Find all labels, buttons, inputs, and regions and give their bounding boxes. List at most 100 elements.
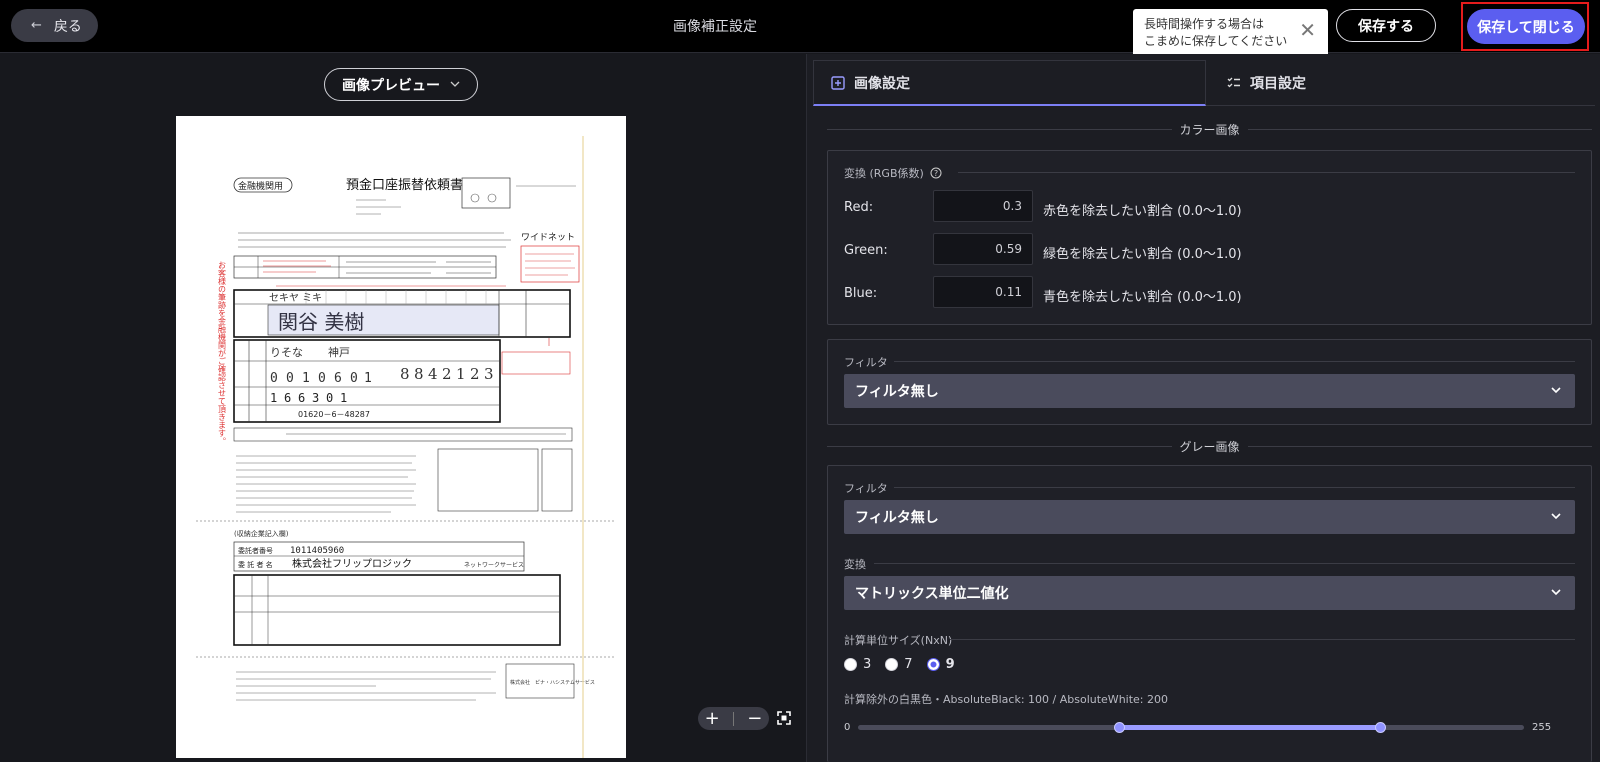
green-description: 緑色を除去したい割合 (0.0〜1.0) — [1043, 247, 1242, 262]
checklist-icon — [1227, 77, 1240, 87]
doc-company-label: 委 託 者 名 — [238, 560, 273, 569]
fullscreen-icon[interactable] — [775, 709, 793, 727]
doc-kana-handwriting: セキヤ ミキ — [269, 292, 322, 304]
doc-branch-digit: 0 — [350, 371, 358, 386]
doc-service-label: ネットワークサービス — [464, 561, 524, 569]
image-settings-icon — [831, 75, 845, 90]
color-filter-box: フィルタ フィルタ無し — [827, 339, 1592, 425]
doc-consignor-no-label: 委託者番号 — [238, 546, 273, 555]
color-filter-value: フィルタ無し — [855, 384, 939, 400]
settings-tabs: 画像設定 項目設定 — [813, 60, 1595, 106]
chevron-down-icon — [1551, 513, 1561, 520]
doc-consignor-header: (収納企業記入欄) — [234, 529, 289, 538]
unit-size-option-label: 3 — [863, 657, 872, 672]
doc-consignor-no: 1011405960 — [290, 546, 344, 556]
slider-max-label: 255 — [1532, 722, 1552, 733]
radio-button-selected[interactable] — [926, 658, 940, 671]
doc-account-digit: 8 — [400, 365, 410, 383]
unit-size-radio-7[interactable]: 7 — [885, 657, 913, 672]
gray-image-title: グレー画像 — [1179, 439, 1240, 454]
blue-description: 青色を除去したい割合 (0.0〜1.0) — [1043, 290, 1242, 305]
page-title: 画像補正設定 — [673, 19, 757, 35]
save-and-close-button[interactable]: 保存して閉じる — [1467, 9, 1585, 44]
radio-button[interactable] — [844, 658, 857, 671]
tab-image-settings[interactable]: 画像設定 — [813, 60, 1206, 106]
color-filter-select[interactable]: フィルタ無し — [844, 374, 1575, 408]
green-coefficient-input[interactable]: 0.59 — [933, 233, 1033, 265]
zoom-separator — [732, 711, 734, 726]
gray-filter-select[interactable]: フィルタ無し — [844, 500, 1575, 534]
unit-size-option-label: 7 — [904, 657, 913, 672]
gray-convert-value: マトリックス単位二値化 — [855, 586, 1009, 602]
slider-min-label: 0 — [844, 722, 851, 733]
settings-pane: 画像設定 項目設定 カラー画像 変換 (RGB係数) ? Red: 0.3 赤色… — [806, 54, 1600, 762]
doc-account-digit: 8 — [414, 365, 424, 383]
absolute-black-slider-handle[interactable] — [1113, 722, 1125, 733]
close-icon[interactable]: ✕ — [1299, 20, 1316, 40]
doc-furikae-code: 01620－6－48287 — [298, 410, 370, 419]
color-filter-label: フィルタ — [844, 356, 888, 369]
doc-account-digit: 2 — [442, 365, 452, 383]
help-icon[interactable]: ? — [930, 167, 942, 179]
doc-widenet: ワイドネット — [521, 232, 575, 243]
back-button-label: 戻る — [53, 18, 82, 35]
tab-item-settings[interactable]: 項目設定 — [1206, 60, 1595, 106]
unit-size-label: 計算単位サイズ(NxN) — [844, 634, 953, 647]
blue-label: Blue: — [844, 286, 878, 301]
red-description: 赤色を除去したい割合 (0.0〜1.0) — [1043, 204, 1242, 219]
doc-furikae-digit: 0 — [326, 391, 333, 405]
exclude-color-label: 計算除外の白黒色・AbsoluteBlack: 100 / AbsoluteWh… — [844, 693, 1168, 706]
back-button[interactable]: ← 戻る — [11, 9, 98, 42]
doc-branch-digit: 6 — [334, 371, 342, 386]
doc-code-digit: 0 — [270, 371, 278, 386]
zoom-in-icon[interactable]: + — [705, 708, 720, 729]
preview-mode-label: 画像プレビュー — [342, 77, 440, 94]
doc-account-digit: 3 — [484, 365, 494, 383]
gray-image-heading: グレー画像 — [827, 437, 1593, 455]
doc-furikae-digit: 1 — [340, 391, 347, 405]
color-image-title: カラー画像 — [1179, 122, 1240, 137]
radio-button[interactable] — [885, 658, 899, 671]
arrow-left-icon: ← — [31, 18, 42, 33]
document-preview-image[interactable]: 金融機関用 預金口座振替依頼書 ワイドネット お客様の筆跡を金融機関がご確認させ… — [176, 116, 626, 758]
chevron-down-icon — [450, 79, 460, 90]
rgb-coefficient-box: 変換 (RGB係数) ? Red: 0.3 赤色を除去したい割合 (0.0〜1.… — [827, 150, 1592, 325]
gray-settings-box: フィルタ フィルタ無し 変換 マトリックス単位二値化 計算単位サイズ(NxN) … — [827, 465, 1592, 762]
green-label: Green: — [844, 243, 888, 258]
doc-footer-company: 株式会社 ピナ・ハシステムサービス — [510, 679, 595, 686]
gray-convert-label: 変換 — [844, 558, 866, 571]
tab-image-settings-label: 画像設定 — [854, 75, 910, 92]
gray-convert-select[interactable]: マトリックス単位二値化 — [844, 576, 1575, 610]
doc-side-note: お客様の筆跡を金融機関がご確認させて頂きます。 — [218, 261, 227, 445]
doc-code-digit: 0 — [318, 371, 326, 386]
zoom-toolbar: + − — [698, 707, 769, 730]
red-coefficient-input[interactable]: 0.3 — [933, 190, 1033, 222]
doc-title: 預金口座振替依頼書 — [346, 177, 463, 193]
doc-furikae-digit: 6 — [298, 391, 305, 405]
doc-furikae-digit: 1 — [270, 391, 277, 405]
doc-account-digit: 2 — [470, 365, 480, 383]
zoom-out-icon[interactable]: − — [747, 708, 762, 729]
doc-code-digit: 0 — [286, 371, 294, 386]
save-button[interactable]: 保存する — [1336, 9, 1436, 42]
color-image-heading: カラー画像 — [827, 120, 1593, 138]
svg-text:?: ? — [934, 169, 938, 178]
blue-coefficient-input[interactable]: 0.11 — [933, 276, 1033, 308]
doc-account-digit: 1 — [456, 365, 466, 383]
top-bar: ← 戻る 画像補正設定 長時間操作する場合は こまめに保存してください ✕ 保存… — [0, 0, 1600, 58]
chevron-down-icon — [1551, 589, 1561, 596]
preview-mode-select[interactable]: 画像プレビュー — [324, 68, 478, 101]
unit-size-radio-3[interactable]: 3 — [844, 657, 871, 672]
doc-furikae-digit: 3 — [312, 391, 319, 405]
gray-filter-value: フィルタ無し — [855, 510, 939, 526]
doc-furikae-digit: 6 — [284, 391, 291, 405]
rgb-convert-label: 変換 (RGB係数) — [844, 167, 924, 180]
doc-bank-handwriting: りそな — [270, 346, 303, 359]
unit-size-option-label: 9 — [945, 657, 955, 672]
unit-size-radio-9[interactable]: 9 — [926, 657, 955, 672]
doc-company-name: 株式会社フリップロジック — [292, 557, 412, 570]
tab-item-settings-label: 項目設定 — [1250, 75, 1306, 92]
rgb-convert-label-row: 変換 (RGB係数) ? — [844, 165, 942, 181]
chevron-down-icon — [1551, 387, 1561, 394]
absolute-white-slider-handle[interactable] — [1374, 722, 1386, 733]
